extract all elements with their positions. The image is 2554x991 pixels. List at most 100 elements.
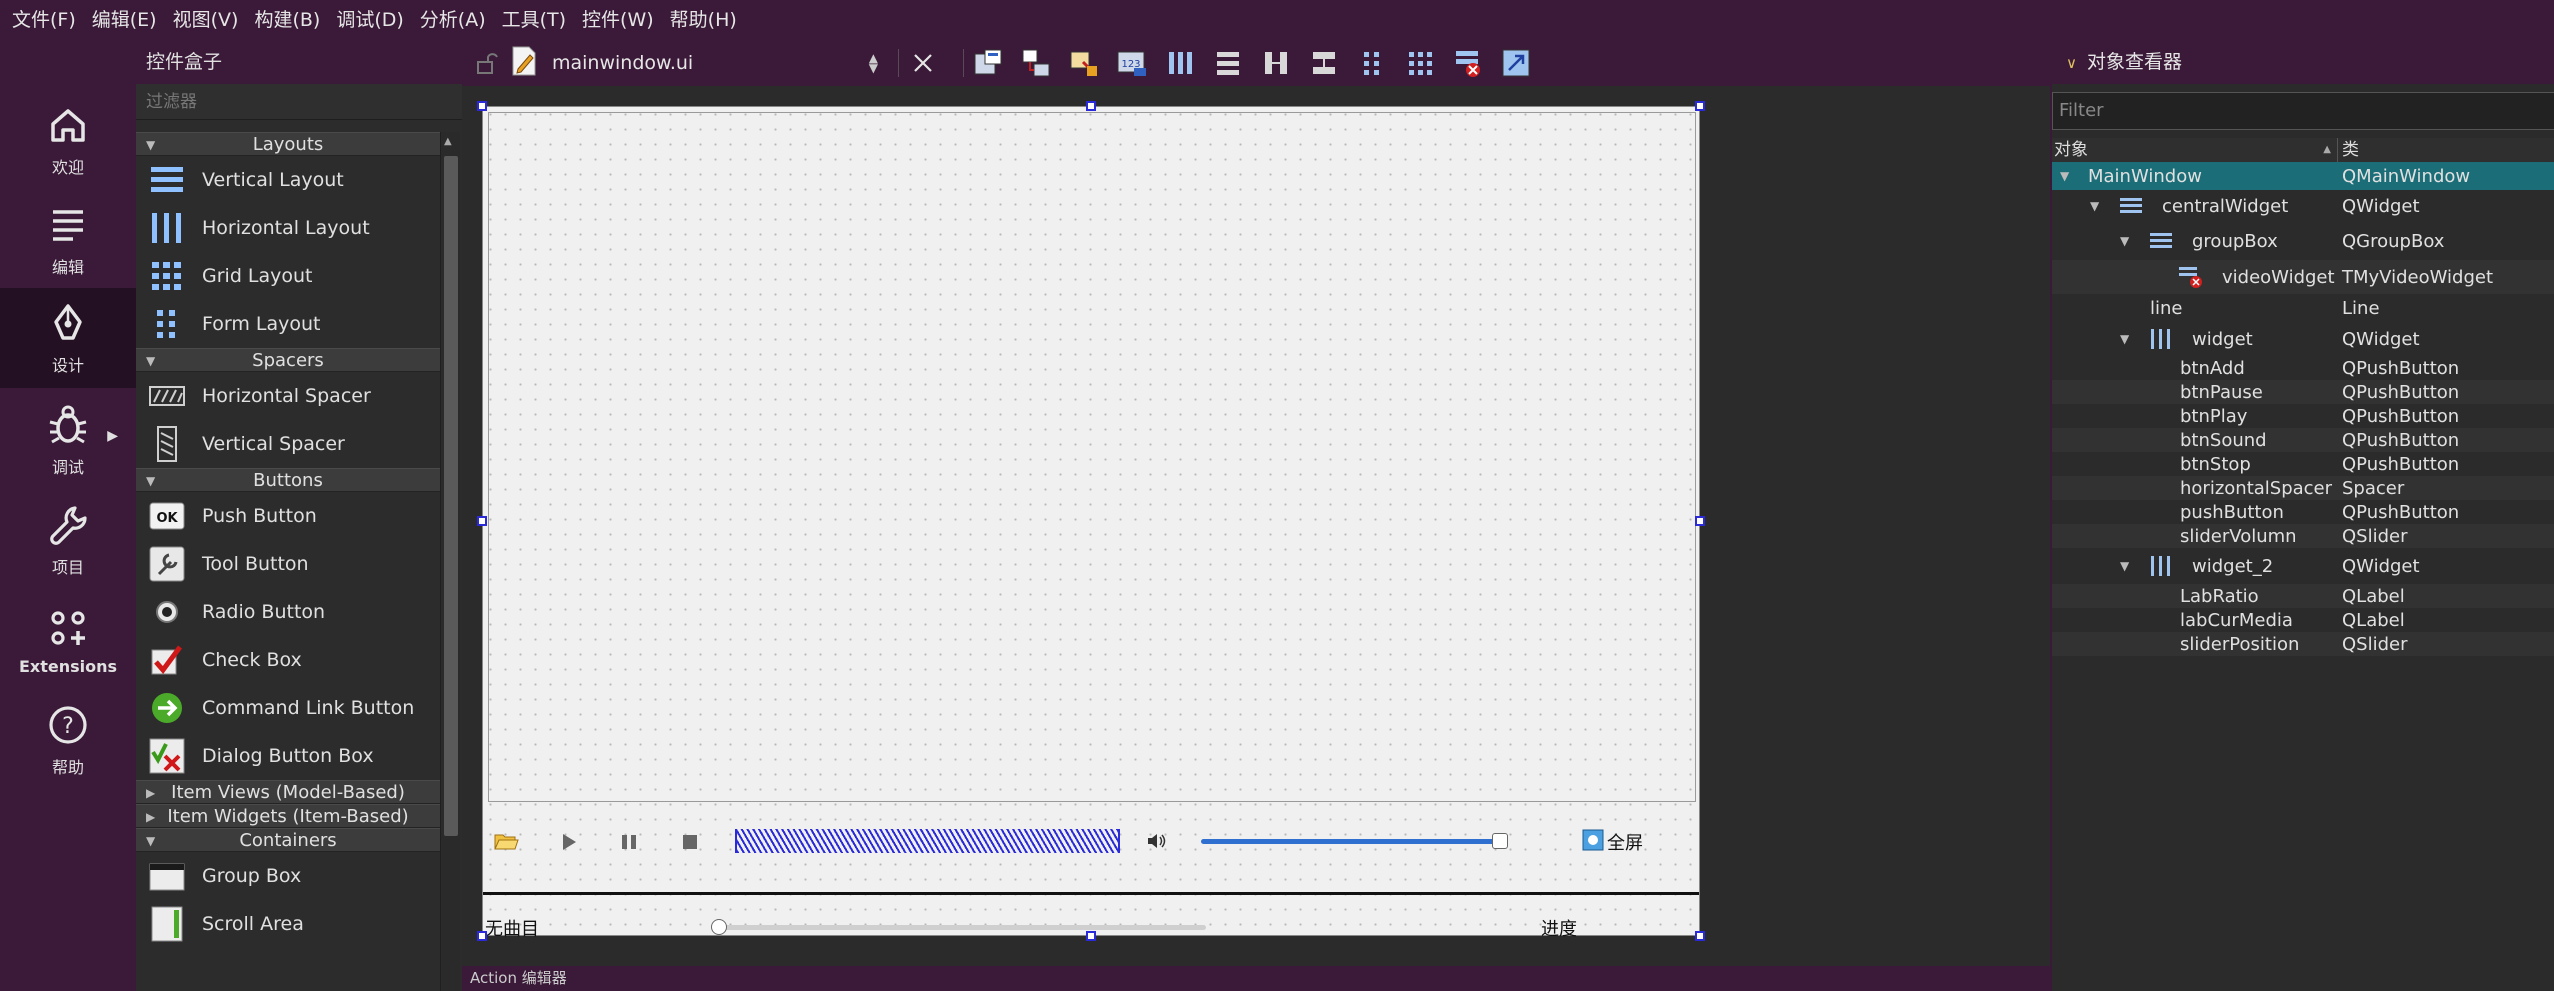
tree-row[interactable]: btnAdd QPushButton	[2052, 356, 2554, 380]
lay-out-vertically-icon[interactable]	[1212, 47, 1244, 79]
collapse-triangle-icon[interactable]: ▼	[2120, 234, 2129, 248]
tree-row[interactable]: btnSound QPushButton	[2052, 428, 2554, 452]
resize-handle[interactable]	[477, 101, 487, 111]
category-layouts[interactable]: ▼ Layouts	[136, 132, 440, 156]
collapse-triangle-icon[interactable]: ▼	[2060, 169, 2069, 183]
widget-radio-button[interactable]: Radio Button	[136, 588, 440, 636]
break-layout-icon[interactable]	[1452, 47, 1484, 79]
widget-tool-button[interactable]: Tool Button	[136, 540, 440, 588]
fullscreen-icon[interactable]	[1581, 828, 1605, 856]
fullscreen-button-label[interactable]: 全屏	[1607, 829, 1643, 855]
mode-debug[interactable]: 调试 ▶	[0, 390, 136, 490]
category-item-widgets[interactable]: ▶ Item Widgets (Item-Based)	[136, 804, 440, 828]
menu-build[interactable]: 构建(B)	[246, 0, 328, 40]
edit-tab-order-icon[interactable]: 123	[1116, 47, 1148, 79]
resize-handle[interactable]	[477, 516, 487, 526]
volume-slider[interactable]	[1201, 833, 1513, 849]
lock-icon[interactable]	[470, 47, 502, 79]
collapse-triangle-icon[interactable]: ▼	[2120, 559, 2129, 573]
lay-out-grid-icon[interactable]	[1404, 47, 1436, 79]
edit-signals-slots-icon[interactable]	[1020, 47, 1052, 79]
tree-row[interactable]: btnStop QPushButton	[2052, 452, 2554, 476]
collapse-triangle-icon[interactable]: ▼	[2120, 332, 2129, 346]
menu-view[interactable]: 视图(V)	[165, 0, 247, 40]
mode-help[interactable]: ? 帮助	[0, 690, 136, 790]
resize-handle[interactable]	[477, 931, 487, 941]
resize-handle[interactable]	[1086, 931, 1096, 941]
horizontal-spacer-placeholder[interactable]	[735, 829, 1120, 853]
resize-handle[interactable]	[1695, 931, 1705, 941]
widget-grid-layout[interactable]: Grid Layout	[136, 252, 440, 300]
menu-edit[interactable]: 编辑(E)	[84, 0, 165, 40]
speaker-icon[interactable]	[1145, 830, 1167, 856]
tree-row[interactable]: btnPause QPushButton	[2052, 380, 2554, 404]
lay-out-vertical-splitter-icon[interactable]	[1308, 47, 1340, 79]
mode-project[interactable]: 项目	[0, 490, 136, 590]
widget-vertical-layout[interactable]: Vertical Layout	[136, 156, 440, 204]
category-item-views[interactable]: ▶ Item Views (Model-Based)	[136, 780, 440, 804]
resize-handle[interactable]	[1695, 516, 1705, 526]
main-window-form[interactable]: 全屏 无曲目 进度	[482, 106, 1700, 940]
category-containers[interactable]: ▼ Containers	[136, 828, 440, 852]
tree-row[interactable]: sliderVolumn QSlider	[2052, 524, 2554, 548]
pause-icon[interactable]	[619, 831, 639, 857]
adjust-size-icon[interactable]	[1500, 47, 1532, 79]
tree-row[interactable]: pushButton QPushButton	[2052, 500, 2554, 524]
widget-form-layout[interactable]: Form Layout	[136, 300, 440, 348]
open-folder-icon[interactable]	[493, 829, 519, 857]
resize-handle[interactable]	[1086, 101, 1096, 111]
menu-help[interactable]: 帮助(H)	[662, 0, 745, 40]
tree-row[interactable]: ▼ MainWindow QMainWindow	[2052, 162, 2554, 190]
tree-row[interactable]: btnPlay QPushButton	[2052, 404, 2554, 428]
resize-handle[interactable]	[1695, 101, 1705, 111]
widget-box-filter-input[interactable]: 过滤器	[136, 84, 462, 120]
widget-check-box[interactable]: Check Box	[136, 636, 440, 684]
widget-vertical-spacer[interactable]: Vertical Spacer	[136, 420, 440, 468]
tree-row[interactable]: ▼ widget QWidget	[2052, 322, 2554, 356]
collapse-triangle-icon[interactable]: ▼	[2090, 199, 2099, 213]
tree-row[interactable]: labCurMedia QLabel	[2052, 608, 2554, 632]
action-editor-tab[interactable]: Action 编辑器	[462, 966, 2050, 991]
widget-group-box[interactable]: Group Box	[136, 852, 440, 900]
tree-row[interactable]: line Line	[2052, 294, 2554, 322]
position-slider[interactable]	[711, 919, 1211, 935]
category-spacers[interactable]: ▼ Spacers	[136, 348, 440, 372]
lay-out-horizontally-icon[interactable]	[1164, 47, 1196, 79]
volume-slider-handle[interactable]	[1492, 833, 1508, 849]
video-widget-groupbox[interactable]	[488, 112, 1696, 802]
widget-horizontal-spacer[interactable]: Horizontal Spacer	[136, 372, 440, 420]
widget-push-button[interactable]: OK Push Button	[136, 492, 440, 540]
lay-out-form-icon[interactable]	[1356, 47, 1388, 79]
column-header-object[interactable]: 对象 ▲	[2052, 138, 2338, 162]
category-buttons[interactable]: ▼ Buttons	[136, 468, 440, 492]
tree-row[interactable]: sliderPosition QSlider	[2052, 632, 2554, 656]
column-header-class[interactable]: 类	[2338, 138, 2359, 162]
tree-row[interactable]: ▼ centralWidget QWidget	[2052, 190, 2554, 222]
menu-file[interactable]: 文件(F)	[0, 0, 84, 40]
play-icon[interactable]	[559, 831, 579, 857]
close-document-icon[interactable]	[907, 47, 939, 79]
menu-debug[interactable]: 调试(D)	[328, 0, 411, 40]
stop-icon[interactable]	[681, 833, 699, 855]
position-slider-handle[interactable]	[711, 919, 727, 935]
tree-row[interactable]: ▼ widget_2 QWidget	[2052, 548, 2554, 584]
widget-horizontal-layout[interactable]: Horizontal Layout	[136, 204, 440, 252]
tree-row[interactable]: horizontalSpacer Spacer	[2052, 476, 2554, 500]
widget-box-scrollbar[interactable]: ▲	[440, 132, 460, 991]
mode-welcome[interactable]: 欢迎	[0, 90, 136, 190]
edit-widgets-icon[interactable]	[972, 47, 1004, 79]
tree-row[interactable]: ▼ groupBox QGroupBox	[2052, 222, 2554, 260]
mode-design[interactable]: 设计	[0, 288, 136, 388]
widget-scroll-area[interactable]: Scroll Area	[136, 900, 440, 948]
scroll-up-icon[interactable]: ▲	[444, 136, 452, 147]
menu-analyze[interactable]: 分析(A)	[412, 0, 494, 40]
widget-dialog-button-box[interactable]: Dialog Button Box	[136, 732, 440, 780]
tree-row[interactable]: videoWidget TMyVideoWidget	[2052, 260, 2554, 294]
widget-command-link-button[interactable]: Command Link Button	[136, 684, 440, 732]
edit-buddies-icon[interactable]	[1068, 47, 1100, 79]
object-filter-input[interactable]: Filter	[2052, 92, 2554, 130]
menu-widgets[interactable]: 控件(W)	[574, 0, 662, 40]
tree-row[interactable]: LabRatio QLabel	[2052, 584, 2554, 608]
lay-out-horizontal-splitter-icon[interactable]	[1260, 47, 1292, 79]
mode-extensions[interactable]: Extensions	[0, 590, 136, 690]
